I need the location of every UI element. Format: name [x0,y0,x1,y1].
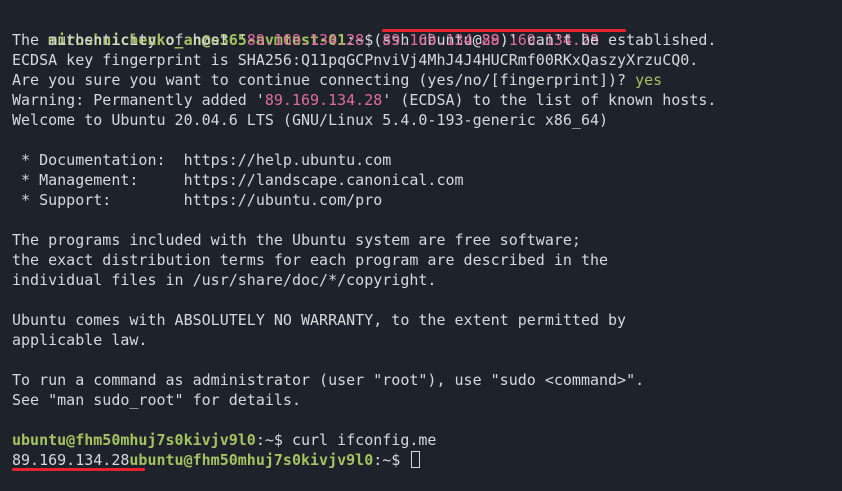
remote-prompt-user: ubuntu@fhm50mhuj7s0kivjv9l0 [12,431,256,449]
terminal-line-documentation: * Documentation: https://help.ubuntu.com [12,151,392,169]
annotation-underline-ssh-command [382,29,626,32]
terminal-line-man-hint: See "man sudo_root" for details. [12,391,301,409]
authenticity-ip-1: 89.169.134.28 [246,31,365,49]
confirm-question: Are you sure you want to continue connec… [12,71,636,89]
warning-ip: 89.169.134.28 [264,91,383,109]
terminal-window[interactable]: miroshnichenko_an@e365-avmtest-01:~$ ssh… [0,0,842,491]
prompt-suffix: :~$ [373,451,410,469]
terminal-line-applicable-law: applicable law. [12,331,148,349]
terminal-line-curl-output: 89.169.134.28ubuntu@fhm50mhuj7s0kivjv9l0… [12,450,842,470]
warning-text-b: ' (ECDSA) to the list of known hosts. [382,91,717,109]
curl-output-ip: 89.169.134.28 [12,451,130,469]
terminal-line-sudo-hint: To run a command as administrator (user … [12,371,645,389]
confirm-answer: yes [635,71,663,89]
authenticity-text-a: The authenticity of host ' [12,31,247,49]
terminal-cursor[interactable] [411,451,421,468]
terminal-line-ssh-command: miroshnichenko_an@e365-avmtest-01:~$ ssh… [12,10,842,49]
terminal-line-management: * Management: https://landscape.canonica… [12,171,464,189]
terminal-line-warranty: Ubuntu comes with ABSOLUTELY NO WARRANTY… [12,311,627,329]
terminal-line-authenticity: The authenticity of host '89.169.134.28 … [12,30,842,50]
terminal-line-confirm: Are you sure you want to continue connec… [12,70,842,90]
authenticity-ip-2: 89.169.134.28 [382,31,500,49]
remote-prompt-user: ubuntu@fhm50mhuj7s0kivjv9l0 [129,451,374,469]
terminal-line-copyright-files: individual files in /usr/share/doc/*/cop… [12,271,437,289]
terminal-line-fingerprint: ECDSA key fingerprint is SHA256:Q11pqGCP… [12,51,699,69]
terminal-line-support: * Support: https://ubuntu.com/pro [12,191,383,209]
authenticity-text-c: )' can't be established. [499,31,717,49]
curl-command-text: curl ifconfig.me [291,431,437,449]
authenticity-text-b: ( [364,31,383,49]
warning-text-a: Warning: Permanently added ' [12,91,265,109]
terminal-line-curl-command: ubuntu@fhm50mhuj7s0kivjv9l0:~$ curl ifco… [12,430,842,450]
terminal-line-welcome: Welcome to Ubuntu 20.04.6 LTS (GNU/Linux… [12,111,609,129]
prompt-suffix: :~$ [255,431,292,449]
annotation-underline-ip-output [12,468,145,471]
terminal-line-warning: Warning: Permanently added '89.169.134.2… [12,90,842,110]
terminal-line-free-software: The programs included with the Ubuntu sy… [12,231,581,249]
terminal-line-distribution-terms: the exact distribution terms for each pr… [12,251,609,269]
